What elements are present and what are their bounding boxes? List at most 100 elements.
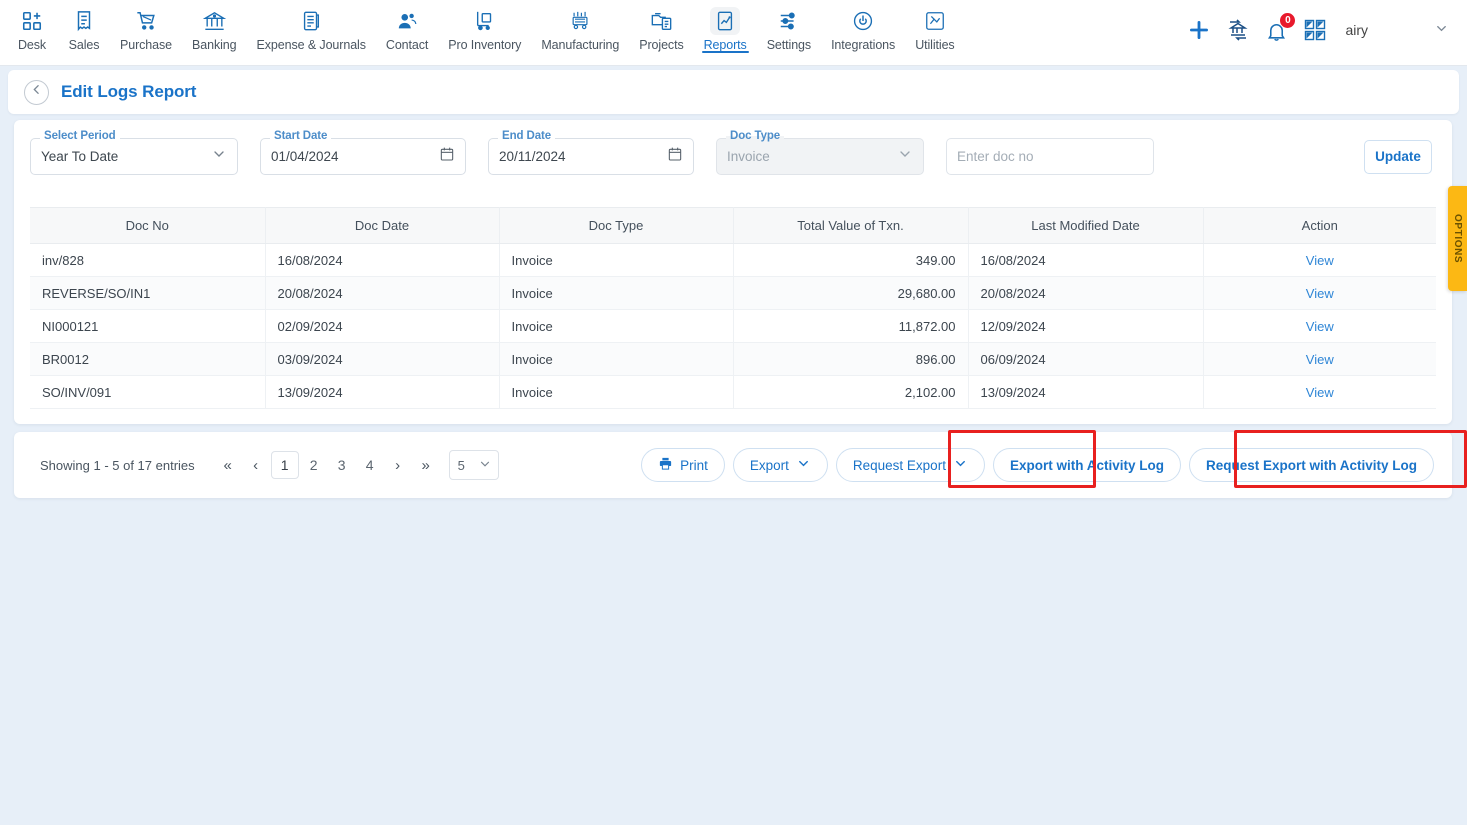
cell-total-value: 29,680.00 [733, 276, 969, 310]
cell-doc-date: 03/09/2024 [265, 342, 500, 376]
pagination-last[interactable]: » [413, 451, 439, 479]
cell-doc-date: 02/09/2024 [265, 309, 500, 343]
nav-label: Sales [68, 38, 100, 52]
chevron-down-icon[interactable] [1434, 21, 1449, 39]
print-button[interactable]: Print [641, 448, 725, 482]
select-period-field[interactable]: Select Period Year To Date [30, 130, 238, 175]
update-button[interactable]: Update [1364, 139, 1432, 174]
page-header: Edit Logs Report [8, 70, 1459, 114]
nav-items: Desk Sales Purchase Banking Expense & Jo… [0, 0, 965, 53]
view-link[interactable]: View [1306, 352, 1334, 367]
cell-doc-no: REVERSE/SO/IN1 [30, 276, 266, 310]
column-header-doc-no[interactable]: Doc No [30, 207, 266, 244]
view-link[interactable]: View [1306, 253, 1334, 268]
nav-item-projects[interactable]: Projects [629, 0, 693, 52]
cell-doc-type: Invoice [499, 375, 734, 409]
export-button[interactable]: Export [732, 448, 828, 482]
cell-doc-no: BR0012 [30, 342, 266, 376]
table-row: BR0012 03/09/2024 Invoice 896.00 06/09/2… [30, 342, 1436, 376]
hand-truck-icon [470, 7, 500, 35]
view-link[interactable]: View [1306, 286, 1334, 301]
print-label: Print [680, 457, 708, 473]
request-export-with-activity-log-button[interactable]: Request Export with Activity Log [1188, 448, 1434, 482]
cell-last-modified: 06/09/2024 [968, 342, 1204, 376]
bank-icon [199, 7, 229, 35]
table-footer: Showing 1 - 5 of 17 entries « ‹ 1 2 3 4 … [14, 432, 1452, 498]
pagination-next[interactable]: › [385, 451, 411, 479]
doc-no-input[interactable]: Enter doc no [946, 138, 1154, 175]
export-label: Export [749, 457, 789, 473]
options-tab-label: OPTIONS [1452, 213, 1463, 264]
nav-item-manufacturing[interactable]: Manufacturing [531, 0, 629, 52]
column-header-doc-date[interactable]: Doc Date [265, 207, 500, 244]
view-link[interactable]: View [1306, 385, 1334, 400]
organisation-name: airy [1345, 22, 1368, 38]
nav-item-utilities[interactable]: Utilities [905, 0, 964, 52]
edit-logs-table: Doc No Doc Date Doc Type Total Value of … [30, 207, 1436, 409]
cart-icon [131, 7, 161, 35]
request-export-button[interactable]: Request Export [835, 448, 985, 482]
page-title: Edit Logs Report [61, 82, 197, 101]
column-header-total-value[interactable]: Total Value of Txn. [733, 207, 969, 244]
pagination-page-3[interactable]: 3 [329, 451, 355, 479]
nav-item-desk[interactable]: Desk [6, 0, 58, 52]
options-side-tab[interactable]: OPTIONS [1448, 186, 1467, 291]
view-link[interactable]: View [1306, 319, 1334, 334]
cell-action: View [1203, 309, 1436, 343]
rows-per-page-select[interactable]: 5 [448, 450, 499, 480]
factory-machine-icon [565, 7, 595, 35]
dashboard-add-icon [17, 7, 47, 35]
nav-item-purchase[interactable]: Purchase [110, 0, 182, 52]
calendar-icon[interactable] [667, 146, 683, 167]
plus-icon[interactable] [1186, 17, 1212, 43]
nav-item-contact[interactable]: Contact [376, 0, 438, 52]
chevron-down-icon [796, 456, 811, 474]
pagination-page-4[interactable]: 4 [357, 451, 383, 479]
start-date-field[interactable]: Start Date 01/04/2024 [260, 130, 466, 175]
chevron-down-icon [211, 146, 227, 167]
nav-label: Utilities [915, 38, 955, 52]
nav-item-sales[interactable]: Sales [58, 0, 110, 52]
filter-bar: Select Period Year To Date Start Date 01… [14, 120, 1452, 175]
nav-label: Banking [192, 38, 237, 52]
people-icon [392, 7, 422, 35]
column-header-doc-type[interactable]: Doc Type [499, 207, 734, 244]
nav-item-pro-inventory[interactable]: Pro Inventory [438, 0, 531, 52]
cell-doc-no: inv/828 [30, 243, 266, 277]
cell-doc-type: Invoice [499, 309, 734, 343]
nav-item-banking[interactable]: Banking [182, 0, 246, 52]
table-header-row: Doc No Doc Date Doc Type Total Value of … [30, 207, 1436, 244]
bell-icon[interactable]: 0 [1264, 11, 1297, 43]
nav-label: Desk [17, 38, 47, 52]
column-header-last-modified[interactable]: Last Modified Date [968, 207, 1204, 244]
pagination-page-1[interactable]: 1 [270, 451, 299, 479]
end-date-field[interactable]: End Date 20/11/2024 [488, 130, 694, 175]
receipt-icon [69, 7, 99, 35]
grid-apps-icon[interactable] [1303, 18, 1327, 42]
end-date-value: 20/11/2024 [499, 149, 566, 164]
pagination-prev[interactable]: ‹ [243, 451, 269, 479]
calendar-icon[interactable] [439, 146, 455, 167]
top-nav-right-actions: 0 airy [1186, 0, 1467, 60]
nav-label: Settings [766, 38, 812, 52]
pagination: « ‹ 1 2 3 4 › » 5 [215, 450, 499, 480]
footer-action-buttons: Print Export Request Export Export with … [641, 448, 1434, 482]
nav-item-settings[interactable]: Settings [757, 0, 821, 52]
nav-label: Pro Inventory [448, 38, 522, 52]
nav-item-reports[interactable]: Reports [694, 0, 757, 53]
nav-item-integrations[interactable]: Integrations [821, 0, 905, 52]
nav-item-expense-journals[interactable]: Expense & Journals [247, 0, 376, 52]
project-folder-icon [646, 7, 676, 35]
bank-transfer-icon[interactable] [1226, 18, 1250, 42]
nav-label: Expense & Journals [256, 38, 366, 52]
select-period-label: Select Period [40, 130, 120, 142]
pagination-first[interactable]: « [215, 451, 241, 479]
export-with-activity-log-button[interactable]: Export with Activity Log [992, 448, 1181, 482]
doc-type-label: Doc Type [726, 130, 785, 142]
doc-type-field[interactable]: Doc Type Invoice [716, 130, 924, 175]
cell-last-modified: 20/08/2024 [968, 276, 1204, 310]
top-navigation-bar: Desk Sales Purchase Banking Expense & Jo… [0, 0, 1467, 66]
nav-label: Purchase [120, 38, 173, 52]
back-button[interactable] [24, 79, 49, 105]
pagination-page-2[interactable]: 2 [301, 451, 327, 479]
